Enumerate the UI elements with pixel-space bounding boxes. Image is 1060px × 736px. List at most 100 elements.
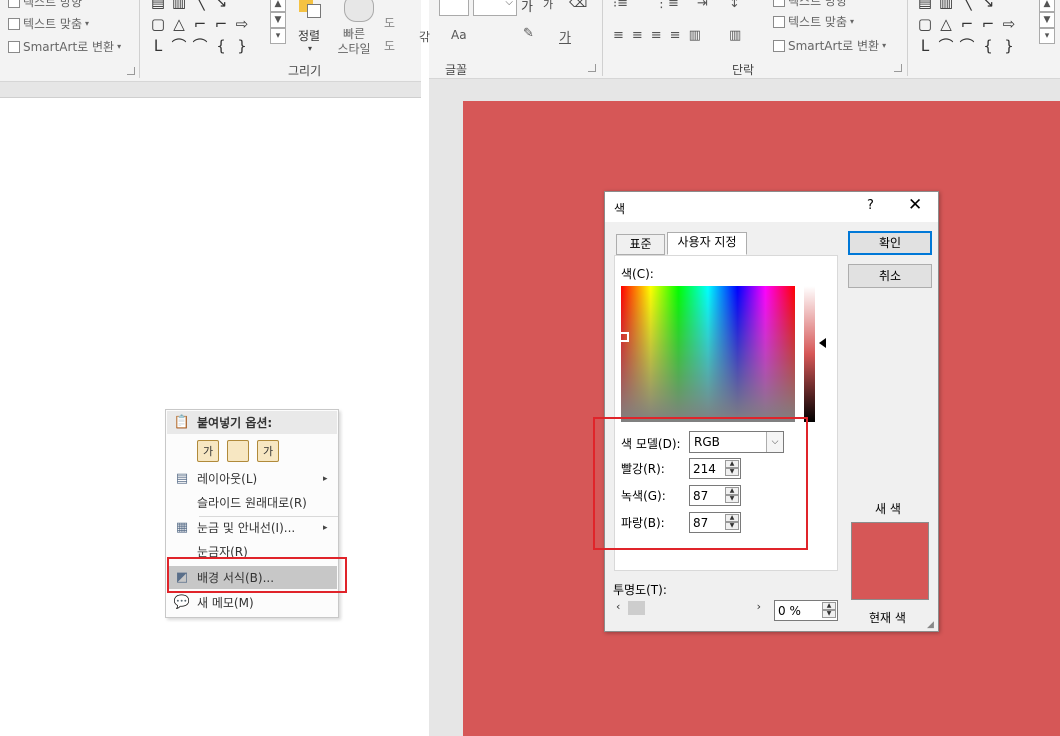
shape-item[interactable]: ⇨	[999, 14, 1019, 34]
shapes-gallery-scroll[interactable]: ▲ ▼ ▾	[270, 0, 286, 44]
smartart-convert-button-right[interactable]: SmartArt로 변환 ▾	[773, 37, 886, 54]
clear-format-icon[interactable]: ⌫	[569, 0, 587, 11]
shape-item[interactable]: ╲	[957, 0, 977, 12]
shape-item[interactable]: ▥	[936, 0, 956, 12]
shape-item[interactable]: ⌐	[957, 14, 977, 34]
more-icon[interactable]: ▾	[270, 28, 286, 44]
smartart-icon	[8, 40, 20, 53]
spin-down-icon[interactable]: ▼	[822, 610, 836, 618]
arrange-button[interactable]: 정렬	[298, 27, 320, 44]
arrange-dropdown-icon[interactable]: ▾	[308, 44, 312, 53]
luminance-pointer-icon[interactable]	[819, 338, 826, 348]
transparency-thumb[interactable]	[628, 601, 645, 615]
alignment-icons[interactable]: ≡≡≡≡▥	[613, 28, 709, 43]
shape-item[interactable]: ⌒	[957, 36, 977, 56]
ok-button[interactable]: 확인	[848, 231, 932, 255]
shape-item[interactable]: ⇨	[232, 14, 252, 34]
color-spectrum[interactable]	[621, 286, 795, 422]
menu-item-layout[interactable]: ▤ 레이아웃(L) ▸	[167, 467, 337, 490]
shape-item[interactable]: ▢	[148, 14, 168, 34]
cancel-button[interactable]: 취소	[848, 264, 932, 288]
more-icon[interactable]: ▾	[1039, 28, 1055, 44]
submenu-arrow-icon: ▸	[323, 473, 328, 484]
shape-item[interactable]: ▥	[169, 0, 189, 12]
tab-standard[interactable]: 표준	[616, 234, 665, 255]
shape-item[interactable]: △	[936, 14, 956, 34]
shape-item[interactable]: ᒪ	[915, 36, 935, 56]
shape-item[interactable]: ▤	[148, 0, 168, 12]
text-align-button[interactable]: 텍스트 맞춤 ▾	[8, 15, 89, 32]
paste-dest-theme-icon[interactable]: 가	[197, 440, 219, 462]
text-direction-button-right[interactable]: 텍스트 방향	[773, 0, 847, 9]
columns-icon[interactable]: ▥	[729, 28, 741, 43]
paragraph-launcher-icon[interactable]	[894, 64, 902, 72]
scroll-right-icon[interactable]: ›	[757, 600, 761, 613]
tab-custom[interactable]: 사용자 지정	[667, 232, 747, 255]
quick-styles-button[interactable]: 빠른 스타일	[334, 27, 374, 57]
shape-item[interactable]: ↘	[978, 0, 998, 12]
font-name-box[interactable]	[439, 0, 469, 16]
shape-item[interactable]: ⌒	[169, 36, 189, 56]
shape-effect-partial[interactable]: 도	[384, 37, 395, 54]
text-align-button-right[interactable]: 텍스트 맞춤 ▾	[773, 13, 854, 30]
indent-icon[interactable]: ⇥	[697, 0, 708, 11]
shapes-gallery-scroll-right[interactable]: ▲ ▼ ▾	[1039, 0, 1055, 44]
menu-item-new-comment[interactable]: 💬 새 메모(M)	[167, 591, 337, 614]
transparency-spinner[interactable]: 0 % ▲ ▼	[774, 600, 838, 621]
smartart-convert-button[interactable]: SmartArt로 변환 ▾	[8, 38, 121, 55]
close-icon[interactable]: ✕	[908, 195, 922, 215]
layout-icon: ▤	[175, 471, 189, 486]
scroll-down-icon[interactable]: ▼	[1039, 12, 1055, 28]
scroll-up-icon[interactable]: ▲	[270, 0, 286, 12]
font-color-button[interactable]: 가	[559, 27, 571, 46]
shapes-gallery-right[interactable]: ▤ ▥ ╲ ↘ ⌒ ▢ △ ⌐ ⌐ ⇨ ᒪ ⌒ ⌒{}	[915, 0, 1019, 56]
scroll-down-icon[interactable]: ▼	[270, 12, 286, 28]
shape-item[interactable]: }	[232, 36, 252, 56]
paste-picture-icon[interactable]	[227, 440, 249, 462]
resize-grip-icon[interactable]: ◢	[927, 620, 934, 630]
panel-divider	[421, 0, 429, 736]
shapes-gallery[interactable]: ▤ ▥ ╲ ↘ ⌒ ▢ △ ⌐ ⌐ ⇨ ᒪ ⌒ ⌒{}	[148, 0, 252, 56]
spin-up-icon[interactable]: ▲	[822, 602, 836, 610]
shape-item[interactable]: ⌒	[999, 0, 1019, 12]
shape-item[interactable]: ⌒	[232, 0, 252, 12]
color-picker-crosshair[interactable]	[619, 332, 629, 342]
shape-item[interactable]: ▢	[915, 14, 935, 34]
shape-item[interactable]: ⌐	[978, 14, 998, 34]
paste-text-only-icon[interactable]: 가	[257, 440, 279, 462]
char-spacing-button[interactable]: 갂	[419, 28, 430, 45]
change-case-button[interactable]: Aa	[451, 28, 467, 42]
font-size-box[interactable]: ⌵	[473, 0, 517, 16]
luminance-slider[interactable]	[804, 286, 815, 422]
font-launcher-icon[interactable]	[588, 64, 596, 72]
shape-item[interactable]: {	[978, 36, 998, 56]
font-size-dropdown-icon: ⌵	[505, 0, 513, 8]
shape-item[interactable]: ↘	[211, 0, 231, 12]
shrink-font-button[interactable]: 가	[543, 0, 553, 12]
shape-item[interactable]: ⌒	[190, 36, 210, 56]
help-icon[interactable]: ?	[867, 198, 874, 213]
shape-item[interactable]: ᒪ	[148, 36, 168, 56]
bullets-icon[interactable]: ⁝≡	[613, 0, 628, 11]
shape-item[interactable]: ⌐	[211, 14, 231, 34]
shape-item[interactable]: }	[999, 36, 1019, 56]
shape-item[interactable]: ⌐	[190, 14, 210, 34]
shape-item[interactable]: ▤	[915, 0, 935, 12]
shape-item[interactable]: ╲	[190, 0, 210, 12]
highlight-color-icon[interactable]: ✎	[523, 26, 534, 41]
shape-item[interactable]: ⌒	[936, 36, 956, 56]
shape-item[interactable]: △	[169, 14, 189, 34]
grow-font-button[interactable]: 가	[521, 0, 533, 15]
text-direction-button[interactable]: 텍스트 방향	[8, 0, 82, 10]
transparency-slider[interactable]: ‹ ›	[614, 598, 764, 617]
shape-fill-partial[interactable]: 도	[384, 14, 395, 31]
scroll-left-icon[interactable]: ‹	[616, 600, 620, 613]
scroll-up-icon[interactable]: ▲	[1039, 0, 1055, 12]
menu-item-reset-slide[interactable]: 슬라이드 원래대로(R)	[167, 491, 337, 514]
menu-item-grid-guides[interactable]: ▦ 눈금 및 안내선(I)... ▸	[167, 516, 337, 539]
shape-item[interactable]: {	[211, 36, 231, 56]
paragraph-launcher-icon[interactable]	[127, 67, 135, 75]
text-align-icon	[773, 15, 785, 28]
numbering-icon[interactable]: ⋮≡	[655, 0, 679, 11]
line-spacing-icon[interactable]: ↕	[729, 0, 740, 11]
